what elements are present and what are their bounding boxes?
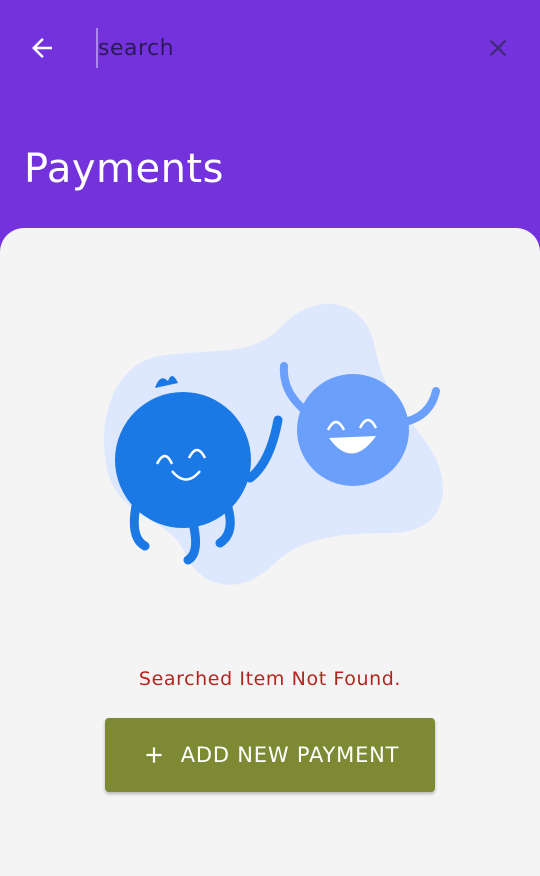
- empty-state-message: Searched Item Not Found.: [138, 668, 402, 690]
- add-new-payment-button[interactable]: ADD NEW PAYMENT: [105, 718, 435, 792]
- arrow-left-icon: [32, 38, 52, 58]
- close-icon: [489, 39, 507, 57]
- search-field[interactable]: [96, 28, 458, 68]
- content-panel: Searched Item Not Found. ADD NEW PAYMENT: [0, 228, 540, 876]
- app-bar: Payments: [0, 0, 540, 228]
- add-new-payment-label: ADD NEW PAYMENT: [180, 743, 400, 767]
- left-blob: [115, 392, 251, 528]
- back-button[interactable]: [18, 24, 66, 72]
- right-blob: [297, 374, 409, 486]
- two-happy-blobs-illustration: [104, 303, 443, 585]
- clear-search-button[interactable]: [474, 24, 522, 72]
- search-input[interactable]: [98, 28, 438, 68]
- page-title: Payments: [24, 146, 224, 192]
- plus-icon: [146, 747, 162, 763]
